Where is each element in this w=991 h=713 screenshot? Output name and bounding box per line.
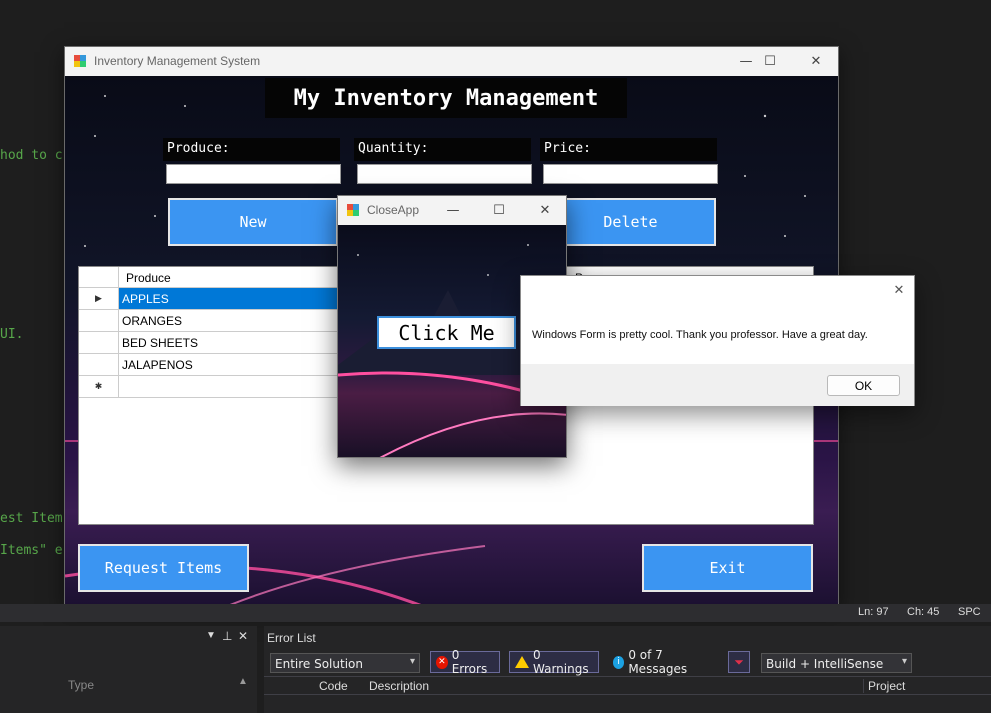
price-field[interactable] (543, 164, 718, 184)
close-button[interactable]: ✕ (522, 196, 566, 225)
filter-button[interactable]: ⏷ (728, 651, 750, 673)
message-text: Windows Form is pretty cool. Thank you p… (532, 329, 868, 341)
maximize-button[interactable]: ☐ (747, 47, 793, 76)
dropdown-icon[interactable]: ▼ (206, 630, 216, 641)
ide-left-panel: ▼ ⊥ ✕ Type ▲ (0, 626, 257, 713)
code-column[interactable]: Code (319, 679, 348, 693)
type-column[interactable]: Type (68, 678, 94, 692)
row-header[interactable] (79, 332, 119, 354)
pin-icon[interactable]: ⊥ (222, 629, 232, 643)
messages-count: 0 of 7 Messages (628, 648, 688, 676)
delete-button[interactable]: Delete (545, 198, 716, 246)
info-icon: i (613, 655, 625, 669)
warnings-filter[interactable]: 0 Warnings (509, 648, 599, 676)
messages-filter[interactable]: i 0 of 7 Messages (607, 648, 719, 676)
code-line: UI. (0, 327, 24, 342)
table-row[interactable]: ORANGES (79, 310, 379, 332)
scope-dropdown[interactable]: Entire Solution (270, 653, 420, 673)
error-list-title: Error List (267, 631, 316, 645)
app-icon (347, 204, 359, 216)
app-icon (74, 55, 86, 67)
code-line: hod to c (0, 148, 63, 163)
window-title: CloseApp (367, 203, 420, 217)
code-line: Items" e (0, 543, 63, 558)
close-button[interactable]: ✕ (793, 47, 838, 76)
table-row[interactable]: BED SHEETS (79, 332, 379, 354)
message-box: ✕ Windows Form is pretty cool. Thank you… (520, 275, 915, 406)
column-indicator: Ch: 45 (907, 606, 940, 618)
errors-count: 0 Errors (451, 648, 488, 676)
ok-button[interactable]: OK (827, 375, 900, 396)
price-label: Price: (540, 138, 717, 161)
project-column[interactable]: Project (863, 679, 905, 693)
request-items-button[interactable]: Request Items (78, 544, 249, 592)
produce-label: Produce: (163, 138, 340, 161)
inventory-titlebar[interactable]: Inventory Management System — ☐ ✕ (65, 47, 838, 76)
error-icon: ✕ (436, 655, 448, 669)
warnings-count: 0 Warnings (533, 648, 589, 676)
row-header[interactable] (79, 310, 119, 332)
build-filter-dropdown[interactable]: Build + IntelliSense (761, 653, 912, 673)
code-line: est Item (0, 511, 63, 526)
page-title: My Inventory Management (265, 78, 627, 118)
close-icon[interactable]: ✕ (238, 629, 248, 643)
line-indicator: Ln: 97 (858, 606, 889, 618)
row-header[interactable] (79, 354, 119, 376)
table-row[interactable]: JALAPENOS (79, 354, 379, 376)
current-row-icon: ▶ (79, 288, 119, 310)
scroll-up-icon[interactable]: ▲ (238, 676, 248, 687)
exit-button[interactable]: Exit (642, 544, 813, 592)
mode-indicator: SPC (958, 606, 981, 618)
closeapp-titlebar[interactable]: CloseApp — ☐ ✕ (338, 196, 566, 225)
quantity-label: Quantity: (354, 138, 531, 161)
window-title: Inventory Management System (94, 54, 261, 68)
quantity-field[interactable] (357, 164, 532, 184)
new-button[interactable]: New (168, 198, 338, 246)
grid-corner (79, 267, 119, 288)
ide-status-bar: Ln: 97 Ch: 45 SPC (0, 604, 991, 622)
warning-icon (515, 656, 529, 668)
table-row[interactable]: ▶ APPLES (79, 288, 379, 310)
description-column[interactable]: Description (369, 679, 429, 693)
error-list-header: Code Description Project (264, 676, 991, 695)
filter-icon: ⏷ (734, 654, 744, 669)
new-row-icon: ✱ (79, 376, 119, 398)
maximize-button[interactable]: ☐ (476, 196, 522, 225)
minimize-button[interactable]: — (430, 196, 476, 225)
new-table-row[interactable]: ✱ (79, 376, 379, 398)
errors-filter[interactable]: ✕ 0 Errors (430, 648, 500, 676)
produce-field[interactable] (166, 164, 341, 184)
close-button[interactable]: ✕ (883, 276, 915, 304)
click-me-button[interactable]: Click Me (377, 316, 516, 349)
